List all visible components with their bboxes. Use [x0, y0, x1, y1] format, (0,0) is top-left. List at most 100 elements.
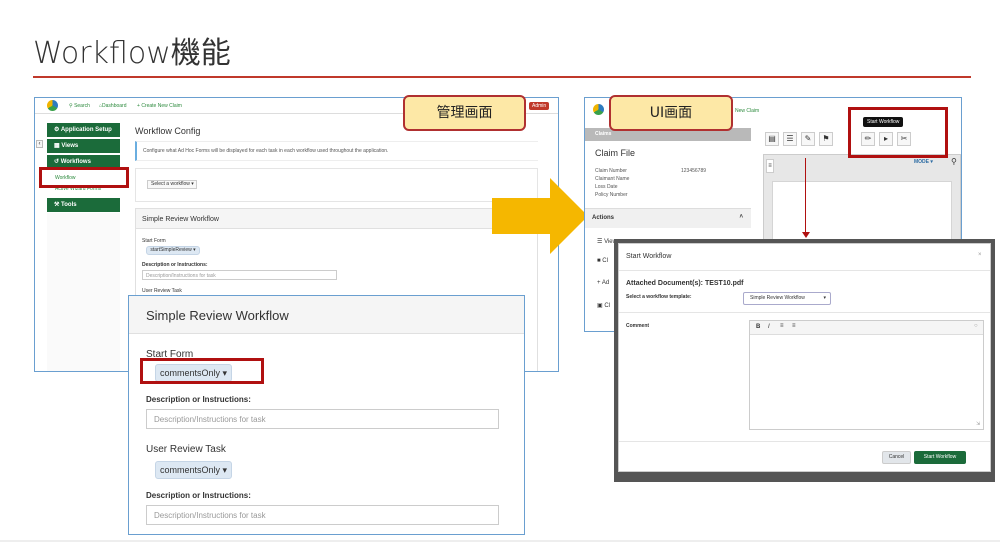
zoom-user-review-select[interactable]: commentsOnly ▾	[155, 461, 232, 479]
zoom-user-review-value: commentsOnly	[159, 465, 220, 475]
sidebar-item-label: Application Setup	[60, 127, 112, 133]
ui-create-claim-link[interactable]: New Claim	[735, 108, 759, 114]
resize-handle-icon[interactable]: ⇲	[976, 421, 980, 427]
claim-field-row: Policy Number	[595, 192, 628, 198]
info-callout: Configure what Ad Hoc Forms will be disp…	[135, 141, 538, 161]
claim-field-row: Claimant Name	[595, 176, 630, 182]
list-icon: ☰	[597, 239, 603, 245]
template-value: Simple Review Workflow	[750, 295, 805, 301]
page-title: Workflow Config	[135, 126, 201, 136]
arrow-icon	[492, 178, 588, 254]
sidebar-item-application-setup[interactable]: ⚙ Application Setup	[47, 123, 120, 137]
mode-dropdown[interactable]: MODE ▾	[914, 159, 933, 165]
modal-footer-divider	[619, 441, 990, 442]
admin-tag: 管理画面	[403, 95, 526, 131]
nav-create-link[interactable]: + Create New Claim	[137, 103, 182, 109]
connector-line	[805, 158, 806, 234]
claim-file-title: Claim File	[595, 148, 636, 158]
start-form-label: Start Form	[142, 238, 166, 244]
start-form-value: startSimpleReview	[150, 247, 192, 253]
slide-title: Workflow機能	[33, 36, 231, 71]
comment-icon: ■	[597, 258, 601, 264]
workflow-highlight	[39, 167, 129, 188]
action-label: Cl	[604, 303, 611, 309]
zoom-user-review-label: User Review Task	[146, 444, 226, 455]
comment-editor[interactable]: B I ≡ ≡ ○ ⇲	[749, 320, 984, 430]
editor-toolbar: B I ≡ ≡ ○	[750, 321, 983, 335]
start-workflow-button[interactable]: Start Workflow	[914, 451, 966, 464]
editor-settings-icon[interactable]: ○	[974, 323, 978, 329]
document-icon: ▣	[597, 303, 603, 309]
sidebar-item-label: Workflows	[60, 159, 91, 165]
sidebar-item-label: Tools	[61, 202, 77, 208]
modal-divider	[619, 270, 990, 271]
action-item[interactable]: ■ Cl	[597, 258, 608, 264]
actions-header[interactable]: Actions ˄	[585, 208, 751, 228]
ui-logo-icon	[593, 104, 604, 115]
admin-badge[interactable]: Admin	[529, 102, 550, 110]
numbered-list-icon[interactable]: ≡	[780, 323, 784, 329]
claim-field-row: Claim Number 123456789	[595, 168, 745, 174]
action-item[interactable]: ▣ Cl	[597, 302, 610, 309]
viewer-sidebar-toggle[interactable]: ≡	[766, 159, 774, 173]
sidebar-collapse-toggle[interactable]: ‹	[36, 140, 43, 148]
field-value: 123456789	[681, 168, 707, 174]
bold-icon[interactable]: B	[756, 324, 760, 330]
nav-create-label: Create New Claim	[141, 103, 182, 109]
actions-label: Actions	[592, 215, 615, 221]
comment-label: Comment	[626, 323, 650, 329]
claim-field-row: Loss Date	[595, 184, 618, 190]
action-label: Cl	[602, 258, 608, 264]
desc-input[interactable]: Description/Instructions for task	[142, 270, 337, 280]
zoom-desc-input-2[interactable]: Description/Instructions for task	[146, 505, 499, 525]
modal-close-icon[interactable]: ×	[978, 252, 982, 258]
nav-dashboard-label: Dashboard	[102, 103, 127, 109]
ui-tag: UI画面	[609, 95, 733, 131]
chevron-down-icon: ▾	[823, 295, 826, 301]
zoom-desc-label-2: Description or Instructions:	[146, 491, 251, 500]
field-label: Claim Number	[595, 168, 627, 174]
modal-title: Start Workflow	[626, 253, 672, 260]
zoom-desc-label: Description or Instructions:	[146, 395, 251, 404]
attached-documents: Attached Document(s): TEST10.pdf	[626, 280, 744, 287]
start-workflow-modal: Start Workflow × Attached Document(s): T…	[618, 243, 991, 472]
start-form-highlight	[140, 358, 264, 384]
cancel-button[interactable]: Cancel	[882, 451, 911, 464]
zoom-title: Simple Review Workflow	[146, 308, 289, 323]
select-workflow-label: Select a workflow	[151, 181, 190, 187]
app-logo-icon	[47, 100, 58, 111]
desc-label: Description or Instructions:	[142, 262, 208, 268]
action-item[interactable]: + Ad	[597, 280, 609, 286]
toolbar-edit-icon[interactable]: ✎	[801, 132, 815, 146]
admin-sidebar: ⚙ Application Setup ▦ Views ↺ Workflows …	[47, 123, 120, 371]
chevron-up-icon: ˄	[739, 214, 743, 220]
toolbar-flag-icon[interactable]: ⚑	[819, 132, 833, 146]
nav-search-label: Search	[74, 103, 90, 109]
zoom-panel: Simple Review Workflow Start Form commen…	[128, 295, 525, 535]
zoom-icon[interactable]: ⚲	[951, 157, 957, 166]
sidebar-panel-bg	[47, 213, 120, 371]
workflow-template-select[interactable]: Simple Review Workflow ▾	[743, 292, 831, 305]
card-title: Simple Review Workflow	[142, 216, 219, 223]
start-workflow-highlight	[848, 107, 948, 158]
toolbar-list-icon[interactable]: ☰	[783, 132, 797, 146]
bullet-list-icon[interactable]: ≡	[792, 323, 796, 329]
start-form-select[interactable]: startSimpleReview ▾	[146, 246, 200, 255]
select-workflow-dropdown[interactable]: Select a workflow ▾	[147, 180, 197, 189]
modal-divider	[619, 312, 990, 313]
user-review-label: User Review Task	[142, 288, 182, 294]
nav-dashboard-link[interactable]: ⌂Dashboard	[99, 103, 127, 109]
connector-arrowhead	[802, 232, 810, 238]
toolbar-doc-icon[interactable]: ▤	[765, 132, 779, 146]
title-divider	[33, 76, 971, 78]
italic-icon[interactable]: I	[768, 324, 770, 330]
sidebar-item-views[interactable]: ▦ Views	[47, 139, 120, 153]
zoom-desc-input[interactable]: Description/Instructions for task	[146, 409, 499, 429]
nav-search-link[interactable]: ⚲ Search	[69, 103, 90, 109]
card-header: Simple Review Workflow	[136, 209, 537, 229]
sidebar-item-label: Views	[61, 143, 79, 149]
mode-label: MODE	[914, 159, 929, 165]
action-label: Ad	[601, 280, 610, 286]
sidebar-item-tools[interactable]: ⚒ Tools	[47, 198, 120, 212]
plus-icon: +	[597, 280, 601, 286]
